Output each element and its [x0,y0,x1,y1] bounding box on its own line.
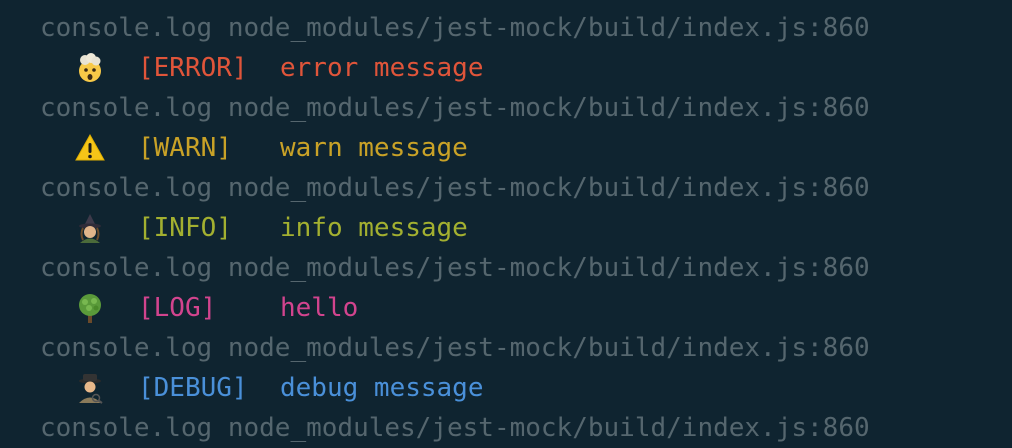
log-message: warn message [280,133,468,163]
log-level-label: [LOG] [138,293,217,323]
log-level-label: [WARN] [138,133,232,163]
console-source-line: console.log node_modules/jest-mock/build… [40,253,870,283]
warning-sign-icon [72,130,108,166]
log-message: debug message [280,373,484,403]
log-level-label: [ERROR] [138,53,248,83]
console-source-line: console.log node_modules/jest-mock/build… [40,413,870,443]
log-entry-warn: [WARN] warn message [0,128,1012,168]
exploding-head-icon [72,50,108,86]
log-entry-debug: [DEBUG] debug message [0,368,1012,408]
console-source-line: console.log node_modules/jest-mock/build… [40,333,870,363]
log-entry-info: [INFO] info message [0,208,1012,248]
console-source-line: console.log node_modules/jest-mock/build… [40,173,870,203]
log-level-label: [DEBUG] [138,373,248,403]
log-message: hello [280,293,359,323]
console-source-line: console.log node_modules/jest-mock/build… [40,13,870,43]
log-level-label: [INFO] [138,213,232,243]
console-source-line: console.log node_modules/jest-mock/build… [40,93,870,123]
witch-icon [72,210,108,246]
log-entry-log: [LOG] hello [0,288,1012,328]
detective-icon [72,370,108,406]
terminal-output: console.log node_modules/jest-mock/build… [0,0,1012,448]
tree-icon [72,290,108,326]
log-message: info message [280,213,468,243]
log-message: error message [280,53,484,83]
log-entry-error: [ERROR] error message [0,48,1012,88]
